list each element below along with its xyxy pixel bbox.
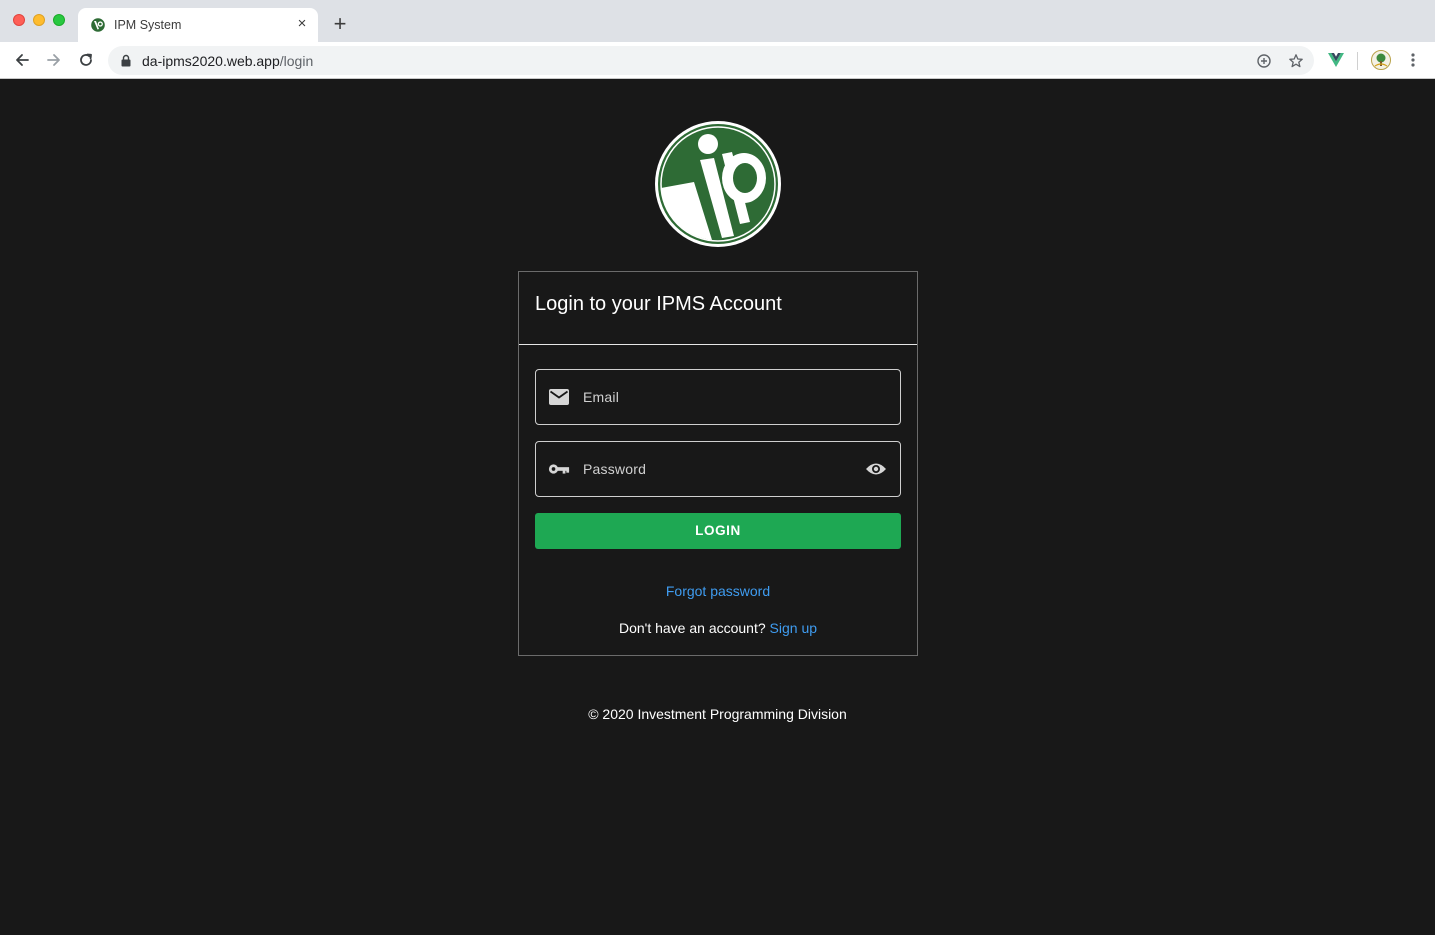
email-label: Email bbox=[583, 389, 620, 405]
toolbar-separator bbox=[1357, 52, 1358, 70]
minimize-window-button[interactable] bbox=[33, 14, 45, 26]
mail-icon bbox=[548, 386, 570, 408]
email-field[interactable]: Email bbox=[535, 369, 901, 425]
profile-avatar-icon[interactable] bbox=[1371, 50, 1391, 70]
card-divider bbox=[519, 344, 917, 345]
browser-toolbar: da-ipms2020.web.app/login bbox=[0, 42, 1435, 79]
url-text: da-ipms2020.web.app/login bbox=[142, 53, 313, 69]
plus-circle-icon[interactable] bbox=[1255, 52, 1273, 70]
footer-copyright: © 2020 Investment Programming Division bbox=[588, 706, 847, 722]
eye-icon[interactable] bbox=[864, 458, 888, 480]
tab-title: IPM System bbox=[114, 18, 182, 32]
site-favicon-icon bbox=[90, 17, 106, 33]
new-tab-button[interactable]: + bbox=[329, 13, 351, 35]
maximize-window-button[interactable] bbox=[53, 14, 65, 26]
login-button[interactable]: LOGIN bbox=[535, 513, 901, 549]
arrow-left-icon[interactable] bbox=[10, 48, 34, 72]
tab-close-icon[interactable]: × bbox=[294, 15, 310, 33]
browser-titlebar: IPM System × + bbox=[0, 0, 1435, 42]
login-card: Login to your IPMS Account Email Passwor… bbox=[518, 271, 918, 656]
key-icon bbox=[548, 458, 570, 480]
signup-prompt: Don't have an account? Sign up bbox=[519, 620, 917, 636]
signup-link[interactable]: Sign up bbox=[770, 620, 817, 636]
kebab-menu-icon[interactable] bbox=[1403, 50, 1423, 70]
close-window-button[interactable] bbox=[13, 14, 25, 26]
star-icon[interactable] bbox=[1287, 52, 1305, 70]
browser-tab-active[interactable]: IPM System × bbox=[78, 8, 318, 42]
vue-devtools-icon[interactable] bbox=[1326, 50, 1346, 70]
login-title: Login to your IPMS Account bbox=[535, 293, 782, 315]
ipms-logo bbox=[652, 118, 784, 250]
url-host: da-ipms2020.web.app bbox=[142, 53, 280, 69]
lock-icon bbox=[121, 54, 131, 67]
url-path: /login bbox=[279, 53, 314, 69]
no-account-text: Don't have an account? bbox=[618, 620, 766, 636]
address-bar[interactable]: da-ipms2020.web.app/login bbox=[108, 46, 1314, 75]
forgot-password-link[interactable]: Forgot password bbox=[519, 583, 917, 599]
password-field[interactable]: Password bbox=[535, 441, 901, 497]
password-label: Password bbox=[583, 461, 647, 477]
arrow-right-icon[interactable] bbox=[42, 48, 66, 72]
reload-icon[interactable] bbox=[74, 48, 98, 72]
